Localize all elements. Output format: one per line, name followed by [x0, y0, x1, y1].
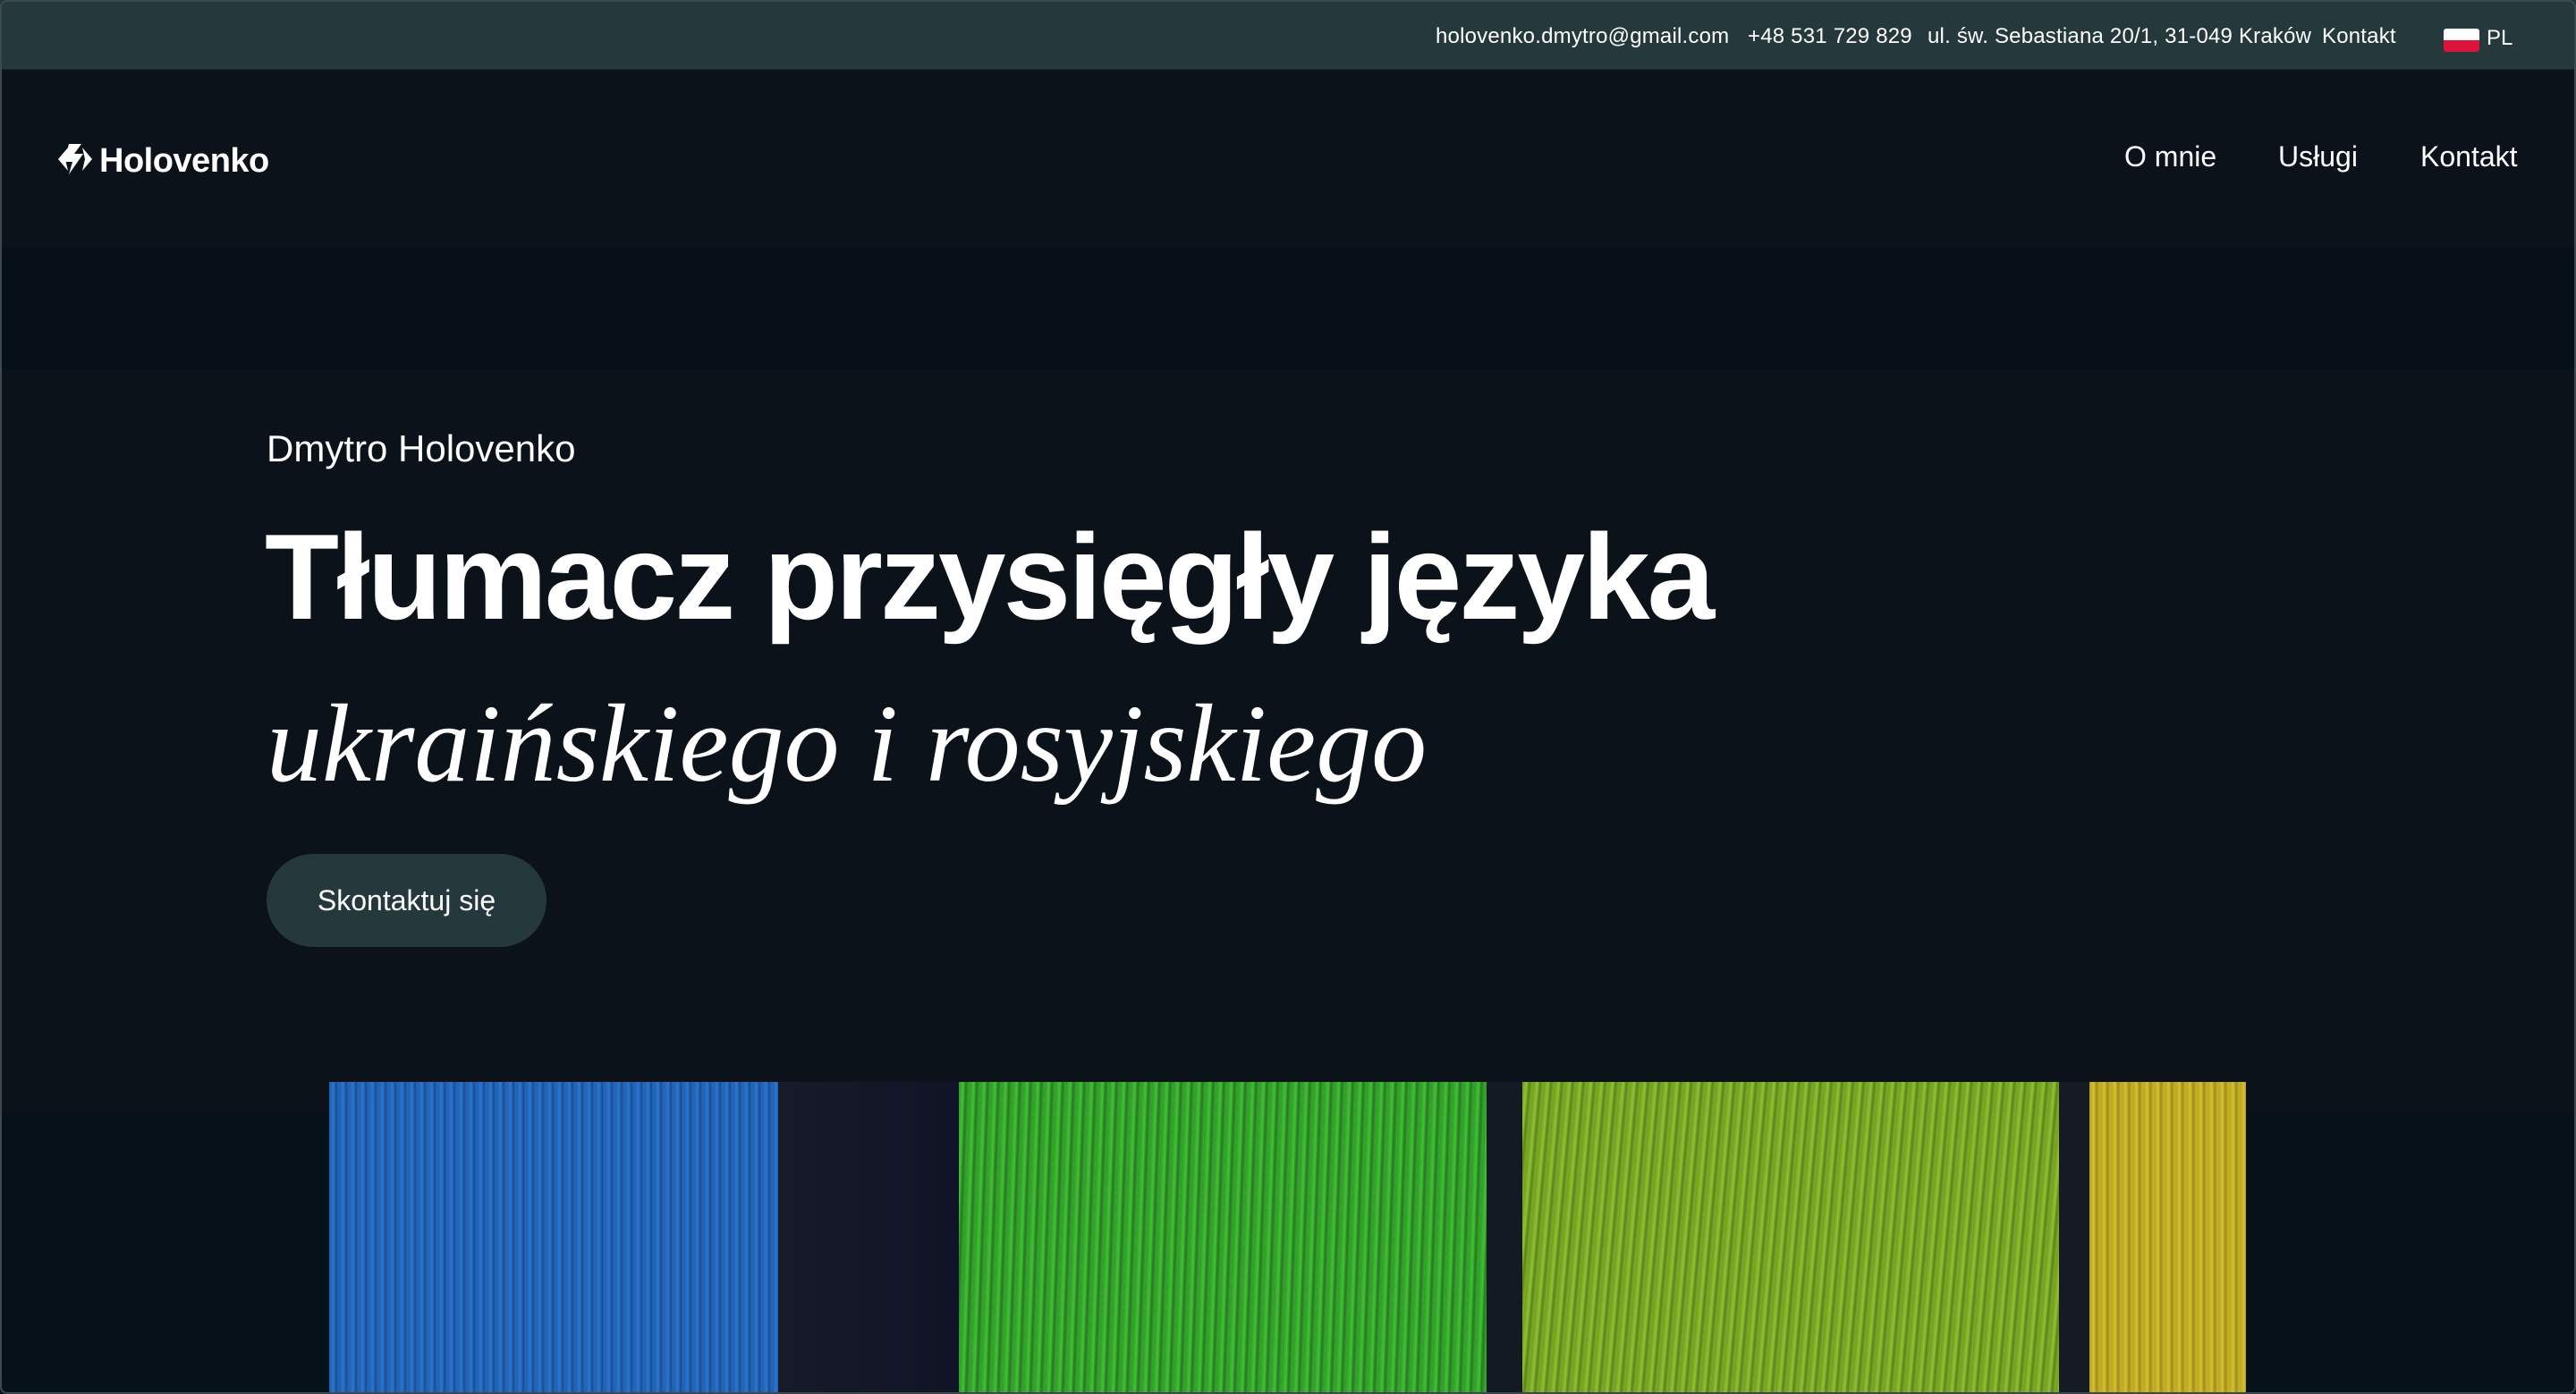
colored-pencils-photo — [329, 1082, 2246, 1394]
page: holovenko.dmytro@gmail.com +48 531 729 8… — [0, 0, 2576, 1394]
contact-bar: holovenko.dmytro@gmail.com +48 531 729 8… — [0, 0, 2576, 70]
site-header: Holovenko O mnie Usługi Kontakt — [0, 71, 2576, 248]
photo-gap — [778, 1082, 959, 1394]
hero-headline: Tłumacz przysięgły języka — [265, 509, 1715, 645]
contact-cta-button[interactable]: Skontaktuj się — [267, 854, 547, 947]
phone-link[interactable]: +48 531 729 829 — [1748, 24, 1912, 49]
holovenko-logo-icon — [58, 144, 92, 174]
blue-pencils — [329, 1082, 778, 1394]
nav-o-mnie[interactable]: O mnie — [2124, 140, 2216, 173]
logo-text: Holovenko — [99, 142, 269, 180]
green-pencils — [959, 1082, 1487, 1394]
nav-kontakt[interactable]: Kontakt — [2420, 140, 2518, 173]
hero-subheadline: ukraińskiego i rosyjskiego — [267, 682, 1428, 805]
hero-top-band — [0, 248, 2576, 370]
language-label: PL — [2487, 26, 2513, 50]
photo-gap — [1487, 1082, 1522, 1394]
yellow-pencils — [2089, 1082, 2246, 1394]
hero-eyebrow: Dmytro Holovenko — [267, 427, 576, 469]
photo-gap — [2059, 1082, 2089, 1394]
poland-flag-icon — [2444, 29, 2479, 52]
lime-pencils — [1522, 1082, 2059, 1394]
address-link[interactable]: ul. św. Sebastiana 20/1, 31-049 Kraków — [1928, 24, 2311, 49]
language-switcher[interactable]: PL — [2444, 25, 2515, 52]
nav-uslugi[interactable]: Usługi — [2278, 140, 2358, 173]
topbar-contact-link[interactable]: Kontakt — [2322, 24, 2396, 49]
email-link[interactable]: holovenko.dmytro@gmail.com — [1436, 24, 1729, 49]
